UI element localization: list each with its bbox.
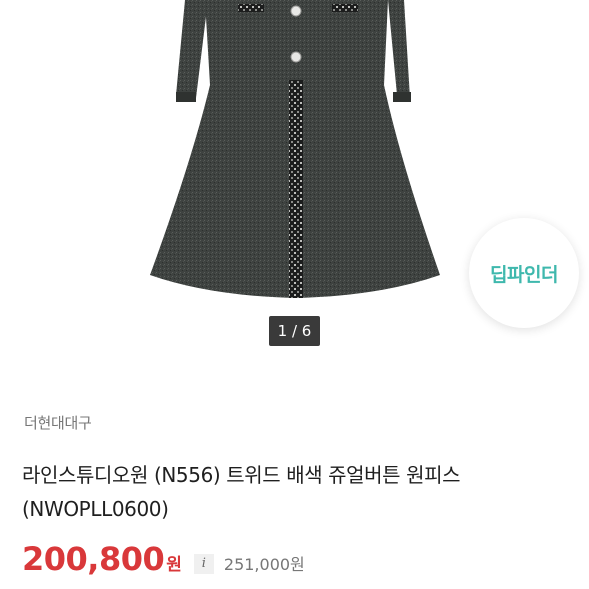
deepfinder-label: 딥파인더 — [490, 263, 558, 286]
info-icon[interactable]: i — [193, 554, 214, 574]
carousel-page-indicator: 1 / 6 — [269, 316, 320, 346]
price-row: 200,800 원 i 251,000원 — [22, 540, 305, 584]
sale-price: 200,800 — [22, 540, 165, 578]
seller-name[interactable]: 더현대대구 — [24, 412, 92, 433]
sale-price-currency: 원 — [166, 555, 182, 575]
original-price: 251,000원 — [223, 555, 305, 574]
product-detail-page: 1 / 6 딥파인더 더현대대구 라인스튜디오원 (N556) 트위드 배색 쥬… — [0, 0, 589, 589]
deepfinder-button[interactable]: 딥파인더 — [469, 218, 579, 328]
product-title: 라인스튜디오원 (N556) 트위드 배색 쥬얼버튼 원피스 (NWOPLL06… — [22, 463, 461, 521]
